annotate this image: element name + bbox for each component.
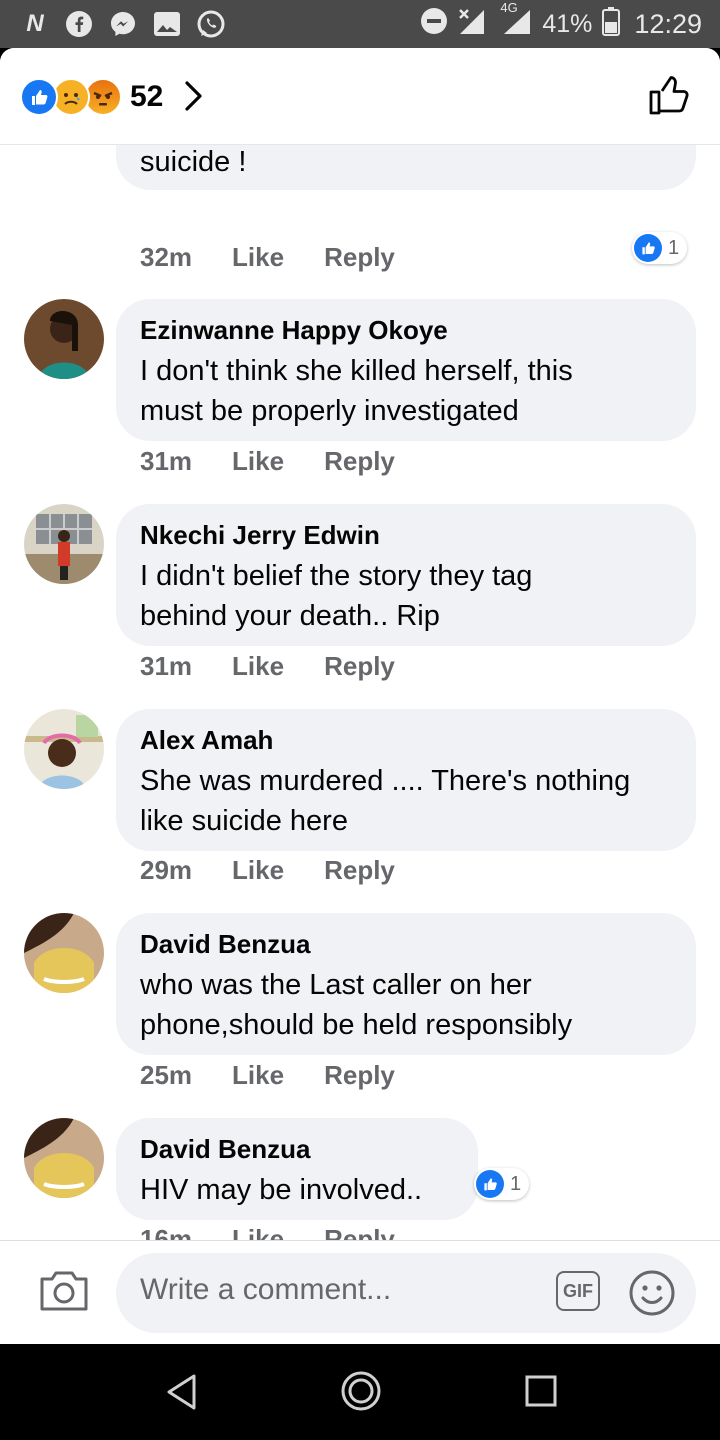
comment-meta: 25m Like Reply bbox=[140, 1060, 395, 1091]
comment-bubble[interactable]: David Benzua who was the Last caller on … bbox=[116, 913, 696, 1055]
like-post-button[interactable] bbox=[648, 74, 692, 121]
comment-text-line: who was the Last caller on her bbox=[140, 969, 532, 1001]
comment-bubble[interactable]: David Benzua HIV may be involved.. bbox=[116, 1118, 478, 1220]
network-label: 4G bbox=[500, 0, 518, 15]
whatsapp-icon bbox=[196, 9, 226, 39]
like-reaction-icon bbox=[634, 234, 662, 262]
comment-author[interactable]: David Benzua bbox=[140, 929, 672, 959]
avatar[interactable] bbox=[24, 299, 104, 379]
avatar[interactable] bbox=[24, 504, 104, 584]
comments-sheet: 52 suicide ! 1 32m Like Reply Ezinwanne … bbox=[0, 48, 720, 1344]
comment-text-line: I didn't belief the story they tag bbox=[140, 560, 533, 592]
messenger-icon bbox=[108, 9, 138, 39]
comment-input-placeholder: Write a comment... bbox=[140, 1273, 392, 1306]
reply-link[interactable]: Reply bbox=[324, 651, 395, 682]
facebook-icon bbox=[64, 9, 94, 39]
comment-text-line: phone,should be held responsibly bbox=[140, 1009, 573, 1041]
emoji-icon[interactable] bbox=[628, 1269, 676, 1322]
signal-4g-icon: 4G bbox=[500, 0, 532, 43]
comment-like-count[interactable]: 1 bbox=[474, 1168, 530, 1200]
comment-meta: 31m Like Reply bbox=[140, 446, 395, 477]
reply-link[interactable]: Reply bbox=[324, 242, 395, 273]
reply-link[interactable]: Reply bbox=[324, 1060, 395, 1091]
like-link[interactable]: Like bbox=[232, 446, 284, 477]
like-count: 1 bbox=[510, 1172, 522, 1195]
reply-link[interactable]: Reply bbox=[324, 446, 395, 477]
gif-button[interactable]: GIF bbox=[556, 1271, 600, 1311]
status-bar: N 4G 41% 12:29 bbox=[0, 0, 720, 48]
comment-text: HIV may be involved.. bbox=[140, 1174, 423, 1206]
n-icon: N bbox=[26, 10, 44, 37]
like-link[interactable]: Like bbox=[232, 1060, 284, 1091]
clock: 12:29 bbox=[634, 8, 702, 39]
comment-time: 29m bbox=[140, 855, 193, 885]
camera-icon[interactable] bbox=[38, 1269, 90, 1318]
comment-time: 31m bbox=[140, 446, 193, 476]
signal-icon bbox=[458, 6, 492, 43]
chevron-right-icon[interactable] bbox=[180, 80, 206, 117]
sheet-header: 52 bbox=[0, 48, 720, 145]
comment-author[interactable]: Alex Amah bbox=[140, 725, 672, 755]
comment-meta: 29m Like Reply bbox=[140, 855, 395, 886]
comment-bubble[interactable]: Ezinwanne Happy Okoye I don't think she … bbox=[116, 299, 696, 441]
like-link[interactable]: Like bbox=[232, 651, 284, 682]
comment-bubble[interactable]: Alex Amah She was murdered .... There's … bbox=[116, 709, 696, 851]
comment-bubble[interactable]: Nkechi Jerry Edwin I didn't belief the s… bbox=[116, 504, 696, 646]
comment-author[interactable]: Ezinwanne Happy Okoye bbox=[140, 315, 672, 345]
battery-percent: 41% bbox=[542, 9, 593, 38]
comment-text-line: She was murdered .... There's nothing bbox=[140, 765, 631, 797]
comment-time: 31m bbox=[140, 651, 193, 681]
avatar[interactable] bbox=[24, 709, 104, 789]
reaction-count: 52 bbox=[130, 80, 164, 113]
like-reaction-icon bbox=[20, 78, 58, 116]
comment-text: suicide ! bbox=[140, 146, 247, 178]
comment-text-line: must be properly investigated bbox=[140, 395, 519, 427]
comment-like-count[interactable]: 1 bbox=[632, 232, 688, 264]
reply-link[interactable]: Reply bbox=[324, 855, 395, 886]
comment-input[interactable]: Write a comment... GIF bbox=[116, 1253, 696, 1333]
comment-text-line: like suicide here bbox=[140, 805, 348, 837]
battery-icon bbox=[602, 6, 621, 43]
like-count: 1 bbox=[668, 236, 680, 259]
comment-author[interactable]: David Benzua bbox=[140, 1134, 454, 1164]
comment-time: 25m bbox=[140, 1060, 193, 1090]
back-icon[interactable] bbox=[164, 1372, 198, 1417]
comment-meta: 32m Like Reply bbox=[140, 242, 395, 273]
comment-composer: Write a comment... GIF bbox=[0, 1240, 720, 1344]
comment-meta: 31m Like Reply bbox=[140, 651, 395, 682]
like-link[interactable]: Like bbox=[232, 242, 284, 273]
comment-time: 32m bbox=[140, 242, 193, 272]
comment-text-line: I don't think she killed herself, this bbox=[140, 355, 573, 387]
avatar[interactable] bbox=[24, 913, 104, 993]
like-reaction-icon bbox=[476, 1170, 504, 1198]
home-icon[interactable] bbox=[340, 1370, 382, 1417]
comment-text-line: behind your death.. Rip bbox=[140, 600, 440, 632]
like-link[interactable]: Like bbox=[232, 855, 284, 886]
recents-icon[interactable] bbox=[524, 1374, 558, 1413]
avatar[interactable] bbox=[24, 1118, 104, 1198]
comment-author[interactable]: Nkechi Jerry Edwin bbox=[140, 520, 672, 550]
navigation-bar bbox=[0, 1344, 720, 1440]
do-not-disturb-icon bbox=[420, 7, 448, 42]
reactions-summary[interactable]: 52 bbox=[20, 78, 163, 116]
gallery-icon bbox=[152, 9, 182, 39]
